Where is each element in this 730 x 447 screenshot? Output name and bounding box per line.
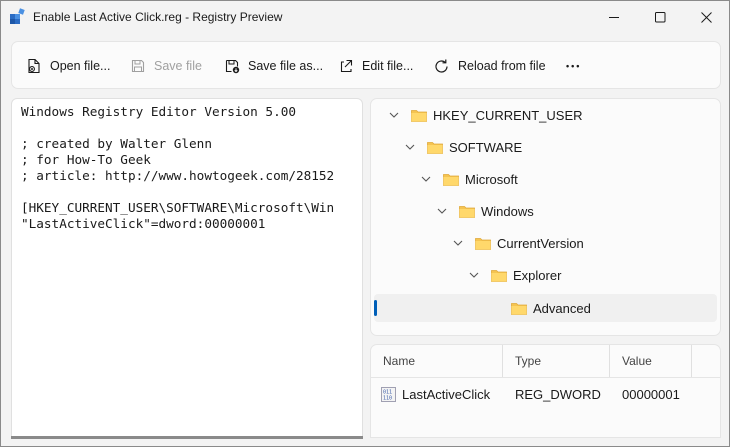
chevron-down-icon[interactable]	[453, 240, 465, 246]
chevron-down-icon[interactable]	[437, 208, 449, 214]
title-bar: Enable Last Active Click.reg - Registry …	[1, 1, 729, 33]
table-row-type-cell[interactable]: REG_DWORD	[515, 381, 601, 407]
tree-node-label: HKEY_CURRENT_USER	[433, 107, 583, 123]
chevron-down-icon[interactable]	[405, 144, 417, 150]
reload-from-file-label: Reload from file	[458, 59, 546, 73]
tree-node-explorer[interactable]: Explorer	[469, 261, 561, 289]
tree-node-label: Windows	[481, 203, 534, 219]
editor-line: Windows Registry Editor Version 5.00	[21, 104, 296, 119]
folder-icon	[427, 141, 443, 154]
folder-icon	[511, 302, 527, 315]
refresh-icon	[435, 59, 448, 73]
window-title: Enable Last Active Click.reg - Registry …	[33, 10, 283, 24]
minimize-icon	[608, 16, 619, 18]
tree-node-microsoft[interactable]: Microsoft	[421, 165, 518, 193]
table-row-name-cell[interactable]: 011 110 LastActiveClick	[381, 381, 490, 407]
registry-text-editor[interactable]: Windows Registry Editor Version 5.00 ; cr…	[11, 98, 363, 438]
column-header-value[interactable]: Value	[622, 345, 652, 377]
header-divider	[371, 377, 720, 378]
save-file-label: Save file	[154, 59, 202, 73]
tree-node-advanced[interactable]: Advanced	[511, 294, 591, 322]
edit-file-button[interactable]: Edit file...	[338, 42, 413, 90]
tree-node-label: CurrentVersion	[497, 235, 584, 251]
reload-from-file-button[interactable]: Reload from file	[433, 42, 546, 90]
column-header-name[interactable]: Name	[383, 345, 415, 377]
editor-line: ; for How-To Geek	[21, 152, 151, 167]
open-file-button[interactable]: Open file...	[26, 42, 110, 90]
minimize-button[interactable]	[591, 1, 637, 33]
chevron-down-icon[interactable]	[389, 112, 401, 118]
chevron-down-icon[interactable]	[421, 176, 433, 182]
folder-icon	[443, 173, 459, 186]
close-button[interactable]	[683, 1, 729, 33]
tree-node-label: Microsoft	[465, 171, 518, 187]
more-icon: •••	[566, 61, 582, 71]
tree-node-label: Advanced	[533, 300, 591, 316]
toolbar: Open file... Save file Save file as... E…	[11, 41, 721, 89]
tree-node-label: Explorer	[513, 267, 562, 283]
column-resize-handle[interactable]	[691, 345, 692, 377]
editor-focus-underline	[11, 436, 363, 439]
values-table: Name Type Value 011 110 LastActiveClick …	[370, 344, 721, 438]
registry-app-icon	[10, 8, 25, 24]
folder-icon	[459, 205, 475, 218]
editor-line: ; article: http://www.howtogeek.com/2815…	[21, 168, 335, 183]
save-file-as-label: Save file as...	[248, 59, 324, 73]
tree-node-label: SOFTWARE	[449, 139, 523, 155]
tree-node-windows[interactable]: Windows	[437, 197, 534, 225]
tree-node-software[interactable]: SOFTWARE	[405, 133, 522, 161]
column-resize-handle[interactable]	[502, 345, 503, 377]
editor-line: ; created by Walter Glenn	[21, 136, 212, 151]
editor-content[interactable]: Windows Registry Editor Version 5.00 ; cr…	[21, 104, 334, 232]
tree-node-hkey-current-user[interactable]: HKEY_CURRENT_USER	[389, 101, 583, 129]
folder-icon	[411, 109, 427, 122]
open-file-label: Open file...	[50, 59, 111, 73]
folder-icon	[491, 269, 507, 282]
registry-tree: HKEY_CURRENT_USER SOFTWARE Microsoft Win…	[370, 98, 721, 336]
open-external-icon	[340, 59, 353, 73]
save-icon	[131, 59, 145, 73]
edit-file-label: Edit file...	[362, 59, 414, 73]
folder-icon	[475, 237, 491, 250]
editor-line: [HKEY_CURRENT_USER\SOFTWARE\Microsoft\Wi…	[21, 200, 335, 215]
column-header-type[interactable]: Type	[515, 345, 541, 377]
close-icon	[700, 11, 712, 23]
value-name: LastActiveClick	[402, 386, 491, 402]
chevron-down-icon[interactable]	[469, 272, 481, 278]
open-file-icon	[28, 58, 40, 74]
svg-text:110: 110	[383, 395, 392, 401]
table-row-value-cell[interactable]: 00000001	[622, 381, 680, 407]
maximize-icon	[654, 11, 665, 22]
save-file-button[interactable]: Save file	[130, 42, 202, 90]
column-resize-handle[interactable]	[609, 345, 610, 377]
tree-selection-indicator	[374, 300, 377, 316]
dword-value-icon: 011 110	[381, 386, 396, 402]
editor-line: "LastActiveClick"=dword:00000001	[21, 216, 266, 231]
app-window: Enable Last Active Click.reg - Registry …	[0, 0, 730, 447]
save-file-as-button[interactable]: Save file as...	[224, 42, 323, 90]
maximize-button[interactable]	[637, 1, 683, 33]
save-as-icon	[225, 59, 240, 74]
more-options-button[interactable]: •••	[566, 42, 581, 90]
tree-node-currentversion[interactable]: CurrentVersion	[453, 229, 584, 257]
